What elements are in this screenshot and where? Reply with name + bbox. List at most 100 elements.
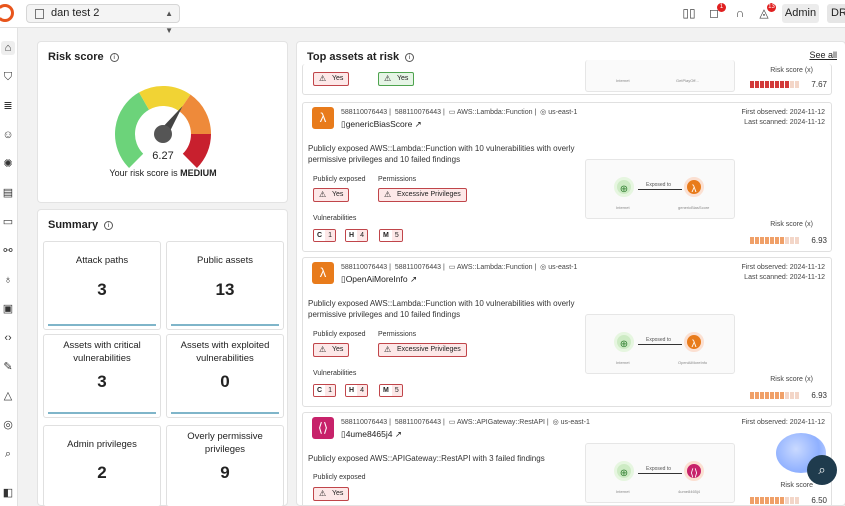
summary-card-overly-permissive[interactable]: Overly permissive privileges 9 [166,425,284,506]
exposed-tag: Yes [313,188,350,202]
asset-meta: 588110076443 | 588110076443 | ▭ AWS::Lam… [341,264,578,271]
summary-card-exploited-vulns[interactable]: Assets with exploited vulnerabilities 0 [166,334,284,418]
user-lock-icon[interactable]: ☺ [1,128,15,142]
headset-icon[interactable]: ∩ [733,6,747,20]
info-icon[interactable]: i [104,221,114,230]
search-icon[interactable]: ⌕ [1,447,15,461]
graph-node-label: Internet [616,489,630,494]
database-icon[interactable]: ≣ [1,99,15,113]
asset-card[interactable]: λ 588110076443 | 588110076443 | ▭ AWS::L… [302,102,832,252]
attack-graph[interactable]: ⊕ Exposed to λ Internet OpenAiMoreInfo [585,314,735,374]
risk-bar-segment [770,237,774,244]
asset-meta: 588110076443 | 588110076443 | ▭ AWS::Lam… [341,109,578,116]
vuln-high: H4 [345,229,368,242]
risk-bar-segment [785,237,789,244]
exposed-label: Publicly exposed [313,474,366,481]
risk-score-value: 6.27 [152,150,174,162]
lightbulb-icon[interactable]: ♁ [1,273,15,287]
admin-button[interactable]: Admin [782,4,819,23]
card-bar [171,324,279,326]
summary-card-public-assets[interactable]: Public assets 13 [166,241,284,330]
asset-name-link[interactable]: ▯4ume8465j4 ↗ [341,429,402,440]
card-value: 2 [97,463,107,482]
workspace-selector[interactable]: dan test 2 ▲ ▼ [26,4,180,35]
card-value: 9 [220,463,230,482]
search-assistant-button[interactable]: ⌕ [807,455,837,485]
asset-card[interactable]: ⟨⟩ 588110076443 | 588110076443 | ▭ AWS::… [302,412,832,505]
network-icon[interactable]: ⚯ [1,244,15,258]
risk-bar-segment [795,392,799,399]
risk-bar-segment [775,497,779,504]
avatar[interactable]: DR [827,4,845,23]
risk-score-value: 7.67 [811,80,827,89]
risk-bar [750,237,799,244]
attack-graph[interactable]: ⊕ Exposed to λ Internet genericBiasScore [585,159,735,219]
risk-score-title: Risk score i [48,51,119,63]
code-file-icon[interactable]: ‹› [1,331,15,345]
graph-edge [638,344,682,345]
vuln-critical: C1 [313,229,336,242]
gauge-segment-orange [178,94,211,135]
report-icon[interactable]: ▤ [1,186,15,200]
bug-icon[interactable]: ✎ [1,360,15,374]
top-bar: dan test 2 ▲ ▼ ▯▯ ◻ 1 ∩ ◬ 13 Admin DR [0,0,845,35]
asset-dates: First observed: 2024-11-12 [741,419,825,426]
lambda-icon: λ [312,107,334,129]
risk-bar-segment [755,237,759,244]
alerts-badge: 13 [767,3,776,12]
risk-bar-segment [750,497,754,504]
see-all-link[interactable]: See all [809,50,837,60]
attack-graph[interactable]: ⊕ Exposed to ⟨⟩ Internet 4ume8465j4 [585,443,735,503]
graph-node-label: Internet [616,78,630,83]
asset-name-link[interactable]: ▯OpenAiMoreInfo ↗ [341,274,417,285]
home-icon[interactable]: ⌂ [1,41,15,55]
risk-bar-segment [775,81,779,88]
risk-bar-segment [760,392,764,399]
info-icon[interactable]: i [109,53,119,62]
card-label: Overly permissive privileges [187,431,263,455]
risk-bar-segment [765,237,769,244]
server-shield-icon[interactable]: ▣ [1,302,15,316]
summary-card-attack-paths[interactable]: Attack paths 3 [43,241,161,330]
vuln-medium: M5 [379,229,403,242]
shield-icon[interactable]: ⛉ [1,70,15,84]
collapse-sidebar-icon[interactable]: ◧ [1,486,15,500]
asset-dates: First observed: 2024-11-12 Last scanned: … [741,109,825,126]
risk-bar-segment [770,497,774,504]
risk-score-label: Risk score [780,482,813,489]
book-icon[interactable]: ▯▯ [682,6,696,20]
summary-card-critical-vulns[interactable]: Assets with critical vulnerabilities 3 [43,334,161,418]
brand-logo[interactable] [0,4,14,22]
graph-edge-label: Exposed to [646,182,672,188]
workspace-icon [35,9,44,19]
risk-bar-segment [790,237,794,244]
compass-icon[interactable]: ◎ [1,418,15,432]
biohazard-icon[interactable]: ✺ [1,157,15,171]
globe-icon: ⊕ [614,332,634,352]
top-assets-panel: Top assets at riski See all Yes Yes Inte… [296,41,845,506]
asset-name-link[interactable]: ▯genericBiasScore ↗ [341,119,422,130]
summary-panel: Summary i Attack paths 3 Public assets 13… [37,209,288,506]
card-value: 13 [215,280,235,299]
top-assets-title: Top assets at risk i [307,51,415,63]
vuln-high: H4 [345,384,368,397]
exposed-tag: Yes [313,72,350,86]
vuln-medium: M5 [379,384,403,397]
bell-icon[interactable]: ◬ 13 [757,3,776,20]
risk-bar-segment [775,392,779,399]
graph-node-label: GetPlayOff... [676,78,699,83]
risk-bar-segment [790,81,794,88]
summary-card-admin-privileges[interactable]: Admin privileges 2 [43,425,161,506]
risk-bar-segment [765,392,769,399]
graph-node-label: genericBiasScore [678,205,710,210]
warning-icon[interactable]: △ [1,389,15,403]
id-card-icon[interactable]: ▭ [1,215,15,229]
workspace-name: dan test 2 [51,7,100,19]
attack-graph[interactable]: Internet GetPlayOff... [585,60,735,92]
gauge-segment-yellow [139,86,191,112]
asset-card-partial[interactable]: Yes Yes Internet GetPlayOff... Risk scor… [302,60,832,95]
risk-bar [750,392,799,399]
info-icon[interactable]: i [405,53,415,62]
chat-bubble-icon[interactable]: ◻ 1 [707,3,726,20]
asset-card[interactable]: λ 588110076443 | 588110076443 | ▭ AWS::L… [302,257,832,407]
